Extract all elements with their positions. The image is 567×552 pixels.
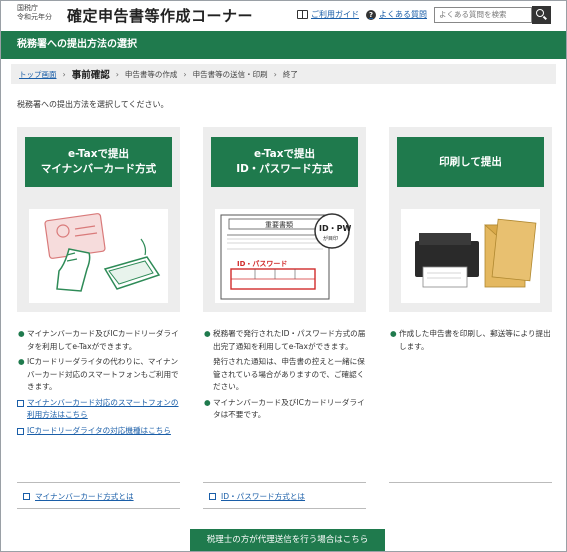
search-button[interactable] [532,6,551,24]
divider [17,482,180,483]
button-line1: e-Taxで提出 [253,148,316,160]
site-header: 国税庁 令和元年分 確定申告書等作成コーナー ご利用ガイド ? よくある質問 よ… [1,1,566,29]
instruction-text: 税務署への提出方法を選択してください。 [17,100,169,109]
page-title: 税務署への提出方法の選択 [1,31,566,59]
site-title[interactable]: 確定申告書等作成コーナー [67,5,253,26]
breadcrumb-step: 申告書等の送信・印刷 [192,69,268,79]
mynumber-description: ● マイナンバーカード及びICカードリーダライタを利用してe-Taxができます。 … [17,328,180,440]
link-box-icon [23,493,30,500]
divider [203,508,366,509]
chevron-right-icon: › [115,69,119,79]
divider [17,508,180,509]
list-item: ● 税務署で発行されたID・パスワード方式の届出完了通知を利用してe-Taxができ… [204,329,366,351]
svg-text:が目印: が目印 [323,235,338,242]
etax-idpw-button[interactable]: e-Taxで提出 ID・パスワード方式 [211,137,358,187]
list-item: ● ICカードリーダライタの代わりに、マイナンバーカード対応のスマートフォンもご利… [18,357,179,391]
faq-link[interactable]: ? よくある質問 [366,9,427,20]
card-reader-models-link[interactable]: ICカードリーダライタの対応機種はこちら [17,425,180,438]
divider [389,482,552,483]
svg-text:重要書類: 重要書類 [265,220,293,229]
idpw-description: ● 税務署で発行されたID・パスワード方式の届出完了通知を利用してe-Taxができ… [203,328,366,425]
etax-mynumber-button[interactable]: e-Taxで提出 マイナンバーカード方式 [25,137,172,187]
about-mynumber-link[interactable]: マイナンバーカード方式とは [23,491,134,502]
print-submit-button[interactable]: 印刷して提出 [397,137,544,187]
question-icon: ? [366,9,376,20]
faq-link-label: よくある質問 [379,10,427,19]
smartphone-usage-link[interactable]: マイナンバーカード対応のスマートフォンの利用方法はこちら [17,397,180,422]
search-input[interactable]: よくある質問を検索 [434,7,532,23]
button-line1: e-Taxで提出 [67,148,130,160]
mynumber-card-illustration [29,209,168,303]
breadcrumb: トップ画面 › 事前確認 › 申告書等の作成 › 申告書等の送信・印刷 › 終了 [11,64,556,84]
chevron-right-icon: › [183,69,187,79]
svg-text:ID・パスワード: ID・パスワード [237,259,287,268]
breadcrumb-step: 終了 [282,69,298,79]
breadcrumb-top[interactable]: トップ画面 [19,69,57,80]
link-box-icon [17,399,24,407]
print-description: ● 作成した申告書を印刷し、郵送等により提出します。 [389,328,552,356]
divider [203,482,366,483]
card-mynumber: e-Taxで提出 マイナンバーカード方式 [17,127,180,312]
document-icon: 重要書類 ID・パスワード ID・PW が目印 [220,213,351,300]
breadcrumb-current: 事前確認 [71,70,110,81]
chevron-right-icon: › [62,69,66,79]
list-item: ● マイナンバーカード及びICカードリーダライタを利用してe-Taxができます。 [18,329,179,351]
tax-year: 令和元年分 [17,13,52,21]
button-line1: 印刷して提出 [439,155,502,168]
agency-label: 国税庁 令和元年分 [17,4,52,22]
chevron-right-icon: › [273,69,277,79]
list-item: ● マイナンバーカード及びICカードリーダライタは不要です。 [204,397,365,420]
idpw-notice-illustration: 重要書類 ID・パスワード ID・PW が目印 [215,209,354,303]
link-box-icon [17,427,24,435]
printer-icon [415,218,537,288]
idpw-note: 発行された通知は、申告書の控えと一緒に保管されている場合がありますので、ご確認く… [213,357,365,391]
book-icon [297,10,308,19]
svg-text:ID・PW: ID・PW [319,224,351,233]
list-item: ● 作成した申告書を印刷し、郵送等により提出します。 [390,329,551,351]
card-reader-icon [44,213,161,292]
card-idpw: e-Taxで提出 ID・パスワード方式 重要書類 ID・パスワード ID・PW … [203,127,366,312]
link-box-icon [209,493,216,500]
breadcrumb-step: 申告書等の作成 [124,69,178,79]
guide-link[interactable]: ご利用ガイド [297,9,359,20]
about-idpw-link[interactable]: ID・パスワード方式とは [209,491,305,502]
guide-link-label: ご利用ガイド [311,10,359,19]
printer-illustration [401,209,540,303]
button-line2: ID・パスワード方式 [236,163,333,175]
button-line2: マイナンバーカード方式 [40,163,157,175]
agency-name: 国税庁 [17,4,38,12]
tax-accountant-proxy-button[interactable]: 税理士の方が代理送信を行う場合はこちら [190,529,385,551]
card-print: 印刷して提出 [389,127,552,312]
